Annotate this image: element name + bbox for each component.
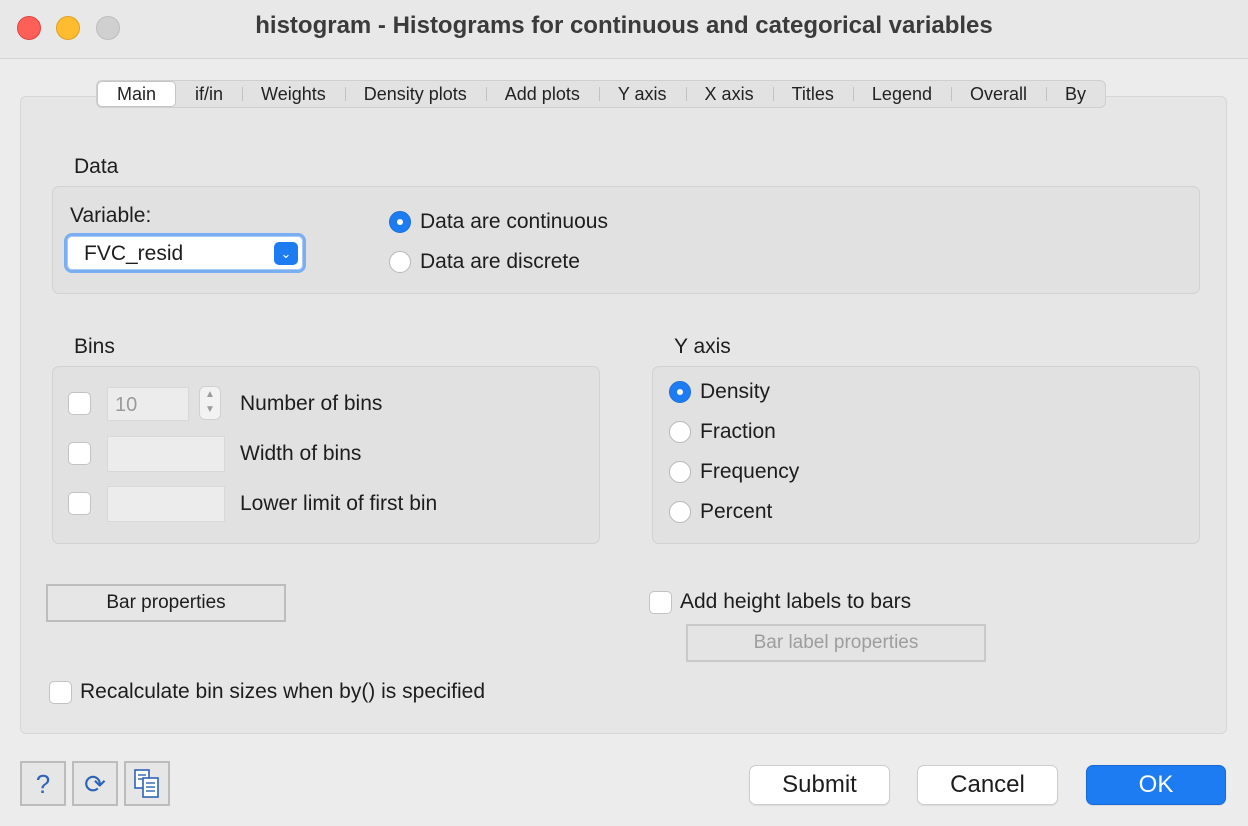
recalculate-bins-label: Recalculate bin sizes when by() is speci… <box>80 680 486 703</box>
radio-density[interactable] <box>669 381 691 403</box>
variable-select[interactable]: FVC_resid ⌄ <box>64 233 306 273</box>
window-title: histogram - Histograms for continuous an… <box>255 12 993 39</box>
tab-weights[interactable]: Weights <box>242 81 345 107</box>
data-continuous-label: Data are continuous <box>420 210 608 233</box>
title-bar: histogram - Histograms for continuous an… <box>0 0 1248 59</box>
width-of-bins-checkbox[interactable] <box>68 442 91 465</box>
copy-clipboard-icon <box>134 769 159 798</box>
tab-legend[interactable]: Legend <box>852 81 951 107</box>
help-button[interactable]: ? <box>20 761 66 806</box>
density-label: Density <box>700 380 771 403</box>
lower-limit-checkbox[interactable] <box>68 492 91 515</box>
bar-properties-button[interactable]: Bar properties <box>46 584 286 622</box>
data-discrete-label: Data are discrete <box>420 250 580 273</box>
fraction-label: Fraction <box>700 420 776 443</box>
ok-button[interactable]: OK <box>1086 765 1226 805</box>
chevron-down-icon: ⌄ <box>274 242 298 265</box>
tab-add-plots[interactable]: Add plots <box>485 81 599 107</box>
number-of-bins-value: 10 <box>115 394 138 416</box>
number-of-bins-checkbox[interactable] <box>68 392 91 415</box>
radio-data-discrete[interactable] <box>389 251 411 273</box>
width-of-bins-label: Width of bins <box>240 442 362 465</box>
number-of-bins-label: Number of bins <box>240 392 383 415</box>
number-of-bins-field[interactable]: 10 <box>107 387 189 421</box>
number-of-bins-stepper[interactable]: ▲ ▼ <box>199 386 221 420</box>
submit-button[interactable]: Submit <box>749 765 890 805</box>
refresh-icon: ⟳ <box>84 769 106 799</box>
y-axis-section-label: Y axis <box>674 335 731 358</box>
bar-label-properties-button[interactable]: Bar label properties <box>686 624 986 662</box>
help-icon: ? <box>35 769 51 799</box>
tab-x-axis[interactable]: X axis <box>685 81 773 107</box>
copy-command-button[interactable] <box>124 761 170 806</box>
radio-frequency[interactable] <box>669 461 691 483</box>
tab-titles[interactable]: Titles <box>772 81 853 107</box>
bins-section-label: Bins <box>74 335 115 358</box>
cancel-button[interactable]: Cancel <box>917 765 1058 805</box>
tab-y-axis[interactable]: Y axis <box>598 81 686 107</box>
reset-button[interactable]: ⟳ <box>72 761 118 806</box>
variable-label: Variable: <box>70 204 152 227</box>
data-section-label: Data <box>74 155 119 178</box>
radio-percent[interactable] <box>669 501 691 523</box>
tab-overall[interactable]: Overall <box>951 81 1046 107</box>
frequency-label: Frequency <box>700 460 800 483</box>
tab-by[interactable]: By <box>1046 81 1105 107</box>
tab-main[interactable]: Main <box>97 81 177 107</box>
lower-limit-label: Lower limit of first bin <box>240 492 438 515</box>
lower-limit-field[interactable] <box>107 486 225 522</box>
tab-bar: Main if/in Weights Density plots Add plo… <box>96 80 1107 108</box>
radio-fraction[interactable] <box>669 421 691 443</box>
tab-density-plots[interactable]: Density plots <box>344 81 486 107</box>
width-of-bins-field[interactable] <box>107 436 225 472</box>
dialog-window: histogram - Histograms for continuous an… <box>0 0 1248 826</box>
variable-select-value: FVC_resid <box>84 242 184 265</box>
percent-label: Percent <box>700 500 773 523</box>
radio-data-continuous[interactable] <box>389 211 411 233</box>
height-labels-checkbox[interactable] <box>649 591 672 614</box>
tab-if-in[interactable]: if/in <box>176 81 242 107</box>
height-labels-label: Add height labels to bars <box>680 590 912 613</box>
recalculate-bins-checkbox[interactable] <box>49 681 72 704</box>
